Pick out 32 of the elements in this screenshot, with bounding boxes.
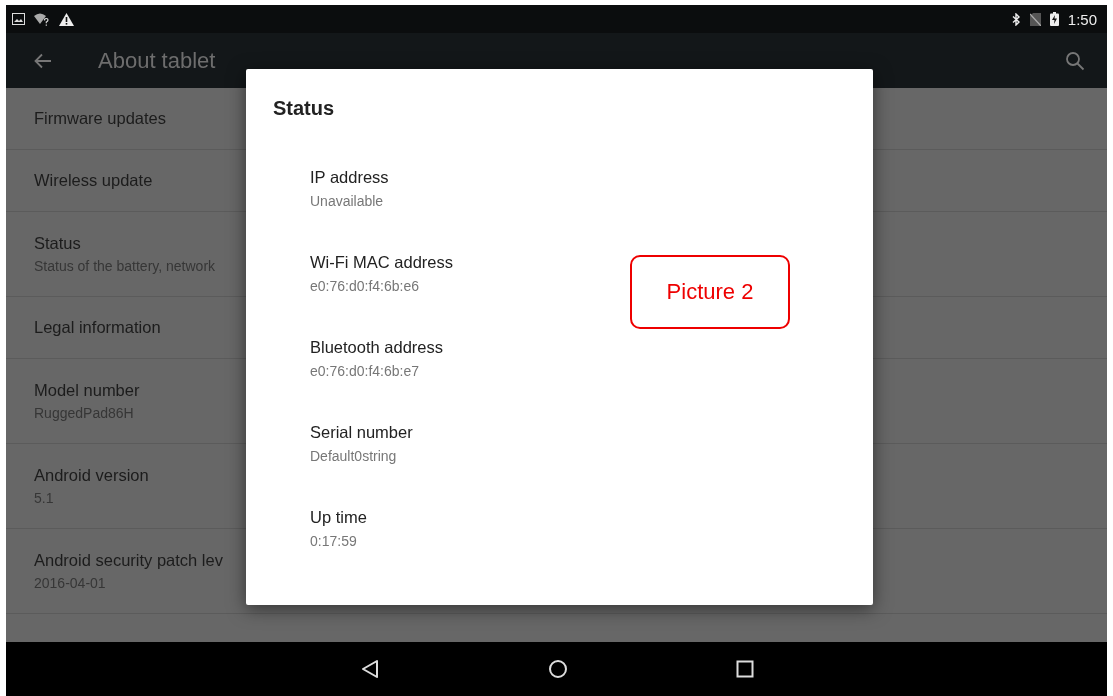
item-title: Model number <box>34 381 140 400</box>
item-title: Android security patch lev <box>34 551 223 570</box>
item-title: Legal information <box>34 318 161 337</box>
clock-time: 1:50 <box>1067 10 1097 28</box>
screen-title: About tablet <box>98 47 216 74</box>
status-label: IP address <box>310 168 389 187</box>
battery-charging-icon <box>1049 12 1059 26</box>
recents-icon[interactable] <box>735 660 754 678</box>
status-value: 0:17:59 <box>310 533 357 549</box>
item-title: Firmware updates <box>34 109 167 128</box>
status-value: Unavailable <box>310 193 384 209</box>
back-arrow-icon[interactable] <box>34 52 52 69</box>
item-title: Android version <box>34 466 149 485</box>
item-title: Wireless update <box>34 171 153 190</box>
status-value: e0:76:d0:f4:6b:e7 <box>310 363 419 379</box>
warning-icon <box>59 12 74 26</box>
back-icon[interactable] <box>359 659 380 679</box>
status-label: Serial number <box>310 423 413 442</box>
status-label: Bluetooth address <box>310 338 443 357</box>
dialog-title: Status <box>273 97 336 120</box>
status-label: Up time <box>310 508 367 527</box>
image-icon <box>12 13 25 25</box>
item-title: Status <box>34 234 81 253</box>
bluetooth-icon <box>1011 12 1021 26</box>
search-icon[interactable] <box>1065 50 1085 71</box>
callout-label: Picture 2 <box>630 255 790 329</box>
status-value: e0:76:d0:f4:6b:e6 <box>310 278 419 294</box>
status-label: Wi-Fi MAC address <box>310 253 453 272</box>
wifi-question-icon <box>34 12 50 26</box>
status-value: Default0string <box>310 448 397 464</box>
home-icon[interactable] <box>547 659 568 679</box>
no-sim-icon <box>1029 12 1041 26</box>
